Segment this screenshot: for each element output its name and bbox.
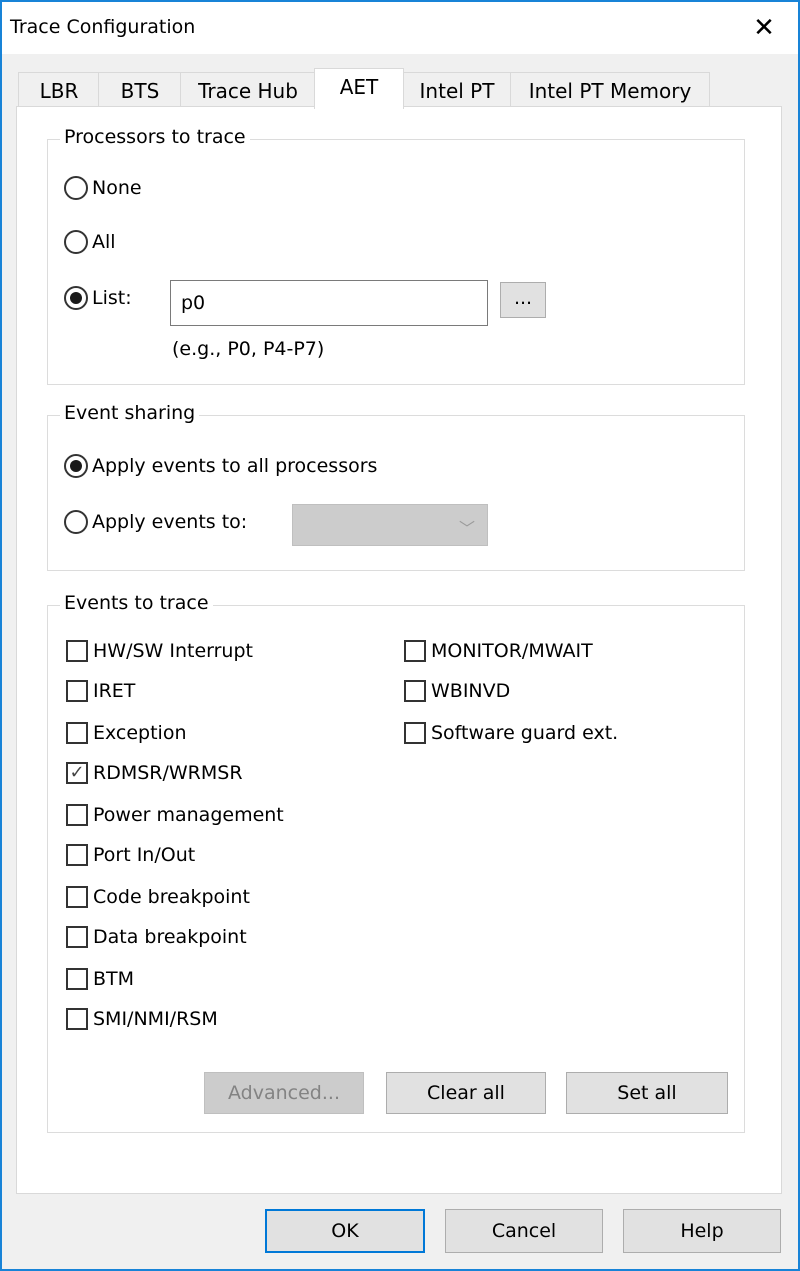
radio-indicator (64, 230, 88, 254)
checkbox-label: HW/SW Interrupt (93, 640, 253, 662)
tab-panel-aet: Processors to trace None All List: p0 ..… (16, 106, 782, 1194)
checkbox-label: IRET (93, 680, 136, 702)
checkbox-label: Exception (93, 722, 187, 744)
tab-lbr[interactable]: LBR (18, 72, 100, 107)
event-sharing-legend: Event sharing (60, 402, 200, 424)
checkbox-iret[interactable]: IRET (66, 680, 135, 702)
checkbox-code-breakpoint[interactable]: Code breakpoint (66, 886, 250, 908)
clear-all-button[interactable]: Clear all (386, 1072, 546, 1114)
processors-group: Processors to trace None All List: p0 ..… (47, 126, 745, 385)
tab-bts[interactable]: BTS (98, 72, 182, 107)
checkbox-label: WBINVD (431, 680, 511, 702)
radio-list-label: List: (92, 287, 132, 309)
radio-apply-all-label: Apply events to all processors (92, 455, 378, 477)
checkbox-hw-sw-interrupt[interactable]: HW/SW Interrupt (66, 640, 253, 662)
processor-list-input[interactable]: p0 (170, 280, 488, 326)
checkbox-rdmsr-wrmsr[interactable]: ✓ RDMSR/WRMSR (66, 762, 243, 784)
radio-all[interactable]: All (64, 230, 116, 254)
checkbox-box (66, 1008, 88, 1030)
checkbox-exception[interactable]: Exception (66, 722, 187, 744)
checkbox-box (66, 680, 88, 702)
checkmark-icon: ✓ (66, 762, 88, 784)
help-button[interactable]: Help (623, 1209, 781, 1253)
radio-indicator-selected (64, 286, 88, 310)
checkbox-label: Power management (93, 804, 284, 826)
advanced-button[interactable]: Advanced... (204, 1072, 364, 1114)
checkbox-label: BTM (93, 968, 135, 990)
radio-all-label: All (92, 231, 116, 253)
checkbox-box (404, 640, 426, 662)
dialog-window: Trace Configuration ✕ LBR BTS Trace Hub … (0, 0, 800, 1271)
checkbox-box (404, 722, 426, 744)
checkbox-label: Port In/Out (93, 844, 196, 866)
checkbox-box (66, 968, 88, 990)
title-bar: Trace Configuration ✕ (2, 2, 798, 54)
checkbox-wbinvd[interactable]: WBINVD (404, 680, 510, 702)
close-icon[interactable]: ✕ (744, 8, 784, 48)
radio-apply-to-label: Apply events to: (92, 511, 248, 533)
window-title: Trace Configuration (10, 16, 196, 38)
event-sharing-group: Event sharing Apply events to all proces… (47, 402, 745, 571)
checkbox-label: RDMSR/WRMSR (93, 762, 243, 784)
checkbox-label: MONITOR/MWAIT (431, 640, 593, 662)
checkbox-software-guard-ext[interactable]: Software guard ext. (404, 722, 618, 744)
radio-apply-to[interactable]: Apply events to: (64, 510, 247, 534)
checkbox-power-management[interactable]: Power management (66, 804, 284, 826)
chevron-down-icon: ﹀ (458, 519, 475, 538)
processor-list-hint: (e.g., P0, P4-P7) (172, 338, 325, 360)
checkbox-box (66, 722, 88, 744)
checkbox-box (66, 926, 88, 948)
checkbox-label: Software guard ext. (431, 722, 619, 744)
checkbox-label: SMI/NMI/RSM (93, 1008, 218, 1030)
tab-trace-hub[interactable]: Trace Hub (180, 72, 316, 107)
checkbox-btm[interactable]: BTM (66, 968, 134, 990)
radio-indicator (64, 176, 88, 200)
cancel-button[interactable]: Cancel (445, 1209, 603, 1253)
processors-legend: Processors to trace (60, 126, 250, 148)
radio-indicator-selected (64, 454, 88, 478)
ok-button[interactable]: OK (265, 1209, 425, 1253)
checkbox-label: Code breakpoint (93, 886, 250, 908)
checkbox-monitor-mwait[interactable]: MONITOR/MWAIT (404, 640, 593, 662)
events-legend: Events to trace (60, 592, 213, 614)
checkbox-box (66, 640, 88, 662)
tab-aet[interactable]: AET (314, 68, 404, 109)
checkbox-box (66, 804, 88, 826)
radio-indicator (64, 510, 88, 534)
checkbox-box (66, 886, 88, 908)
tab-intel-pt[interactable]: Intel PT (402, 72, 512, 107)
radio-list[interactable]: List: (64, 286, 132, 310)
set-all-button[interactable]: Set all (566, 1072, 728, 1114)
checkbox-smi-nmi-rsm[interactable]: SMI/NMI/RSM (66, 1008, 218, 1030)
checkbox-box (66, 844, 88, 866)
checkbox-data-breakpoint[interactable]: Data breakpoint (66, 926, 247, 948)
checkbox-label: Data breakpoint (93, 926, 247, 948)
radio-none[interactable]: None (64, 176, 142, 200)
tab-intel-pt-memory[interactable]: Intel PT Memory (510, 72, 710, 107)
events-group: Events to trace HW/SW Interrupt IRET Exc… (47, 592, 745, 1133)
radio-none-label: None (92, 177, 142, 199)
checkbox-box (404, 680, 426, 702)
checkbox-port-in-out[interactable]: Port In/Out (66, 844, 195, 866)
radio-apply-all[interactable]: Apply events to all processors (64, 454, 377, 478)
apply-events-to-combo[interactable]: ﹀ (292, 504, 488, 546)
browse-processors-button[interactable]: ... (500, 282, 546, 318)
